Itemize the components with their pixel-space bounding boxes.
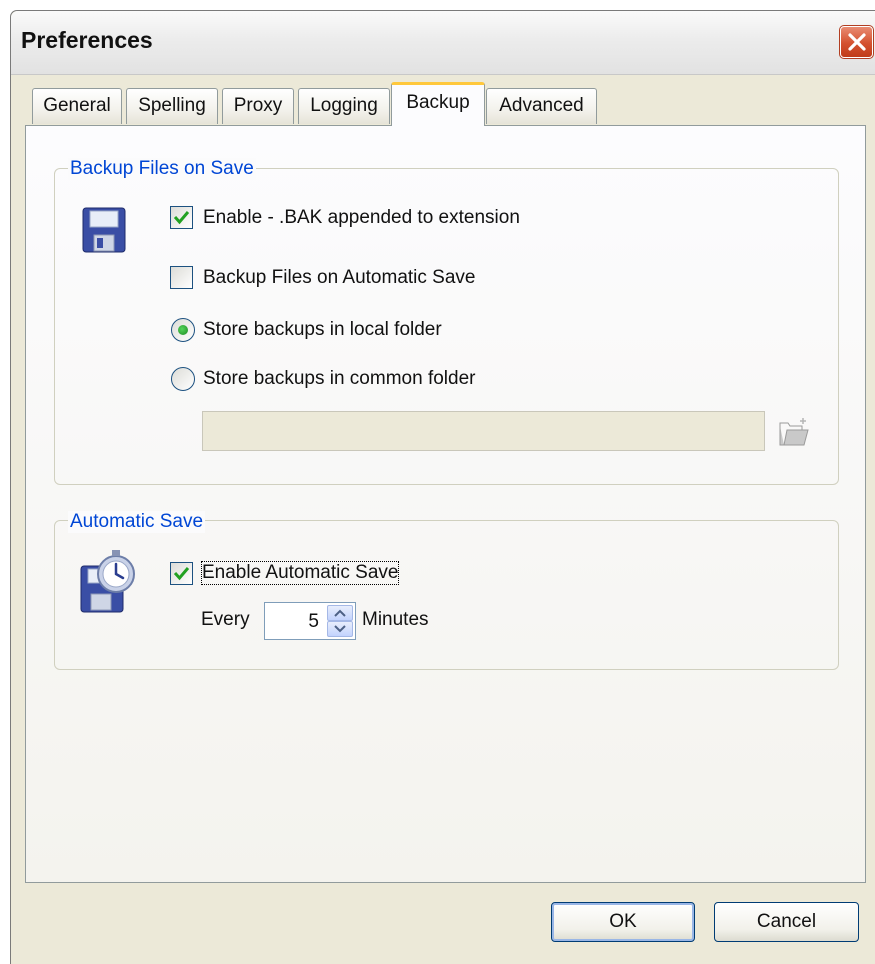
- enable-bak-checkbox[interactable]: [170, 206, 193, 229]
- common-folder-radio[interactable]: [171, 367, 195, 391]
- automatic-save-group: [54, 520, 839, 670]
- tab-label: Logging: [310, 95, 378, 116]
- enable-autosave-label: Enable Automatic Save: [200, 561, 400, 585]
- chevron-up-icon: [334, 609, 346, 617]
- tab-logging[interactable]: Logging: [298, 88, 390, 124]
- minutes-label: Minutes: [362, 609, 429, 630]
- chevron-down-icon: [334, 625, 346, 633]
- enable-autosave-checkbox[interactable]: [170, 562, 193, 585]
- ok-button[interactable]: OK: [551, 902, 695, 942]
- interval-value[interactable]: 5: [308, 611, 319, 633]
- tab-spelling[interactable]: Spelling: [126, 88, 218, 124]
- tab-label: Spelling: [138, 95, 206, 116]
- local-folder-radio[interactable]: [171, 318, 195, 342]
- local-folder-label: Store backups in local folder: [203, 319, 442, 340]
- radio-selected-dot: [178, 325, 188, 335]
- autosave-interval-stepper[interactable]: 5: [264, 602, 356, 640]
- backup-on-autosave-label: Backup Files on Automatic Save: [203, 267, 476, 288]
- automatic-save-group-title: Automatic Save: [68, 511, 206, 533]
- check-mark-icon: [173, 567, 190, 581]
- close-icon: [848, 33, 866, 51]
- tab-label: General: [43, 95, 111, 116]
- tab-proxy[interactable]: Proxy: [222, 88, 294, 124]
- stepper-down-button[interactable]: [327, 621, 353, 637]
- tab-general[interactable]: General: [32, 88, 122, 124]
- cancel-button-label: Cancel: [756, 911, 817, 932]
- tab-label: Backup: [406, 92, 470, 113]
- common-folder-label: Store backups in common folder: [203, 368, 476, 389]
- check-mark-icon: [173, 211, 190, 225]
- tab-label: Proxy: [233, 95, 283, 116]
- ok-button-label: OK: [609, 911, 637, 932]
- cancel-button[interactable]: Cancel: [714, 902, 859, 942]
- tab-advanced[interactable]: Advanced: [486, 88, 597, 124]
- folder-open-icon[interactable]: [778, 418, 810, 448]
- title-bar[interactable]: Preferences: [11, 11, 875, 75]
- enable-bak-label: Enable - .BAK appended to extension: [203, 207, 520, 228]
- floppy-disk-icon: [82, 207, 126, 253]
- tab-label: Advanced: [499, 95, 584, 116]
- backup-files-group-title: Backup Files on Save: [68, 158, 256, 180]
- tab-backup[interactable]: Backup: [391, 82, 485, 126]
- close-button[interactable]: [839, 25, 874, 59]
- floppy-stopwatch-icon: [80, 550, 135, 613]
- common-folder-path-input[interactable]: [202, 411, 765, 451]
- every-label: Every: [201, 609, 250, 630]
- backup-on-autosave-checkbox[interactable]: [170, 266, 193, 289]
- stepper-up-button[interactable]: [327, 605, 353, 621]
- window-title: Preferences: [21, 27, 153, 53]
